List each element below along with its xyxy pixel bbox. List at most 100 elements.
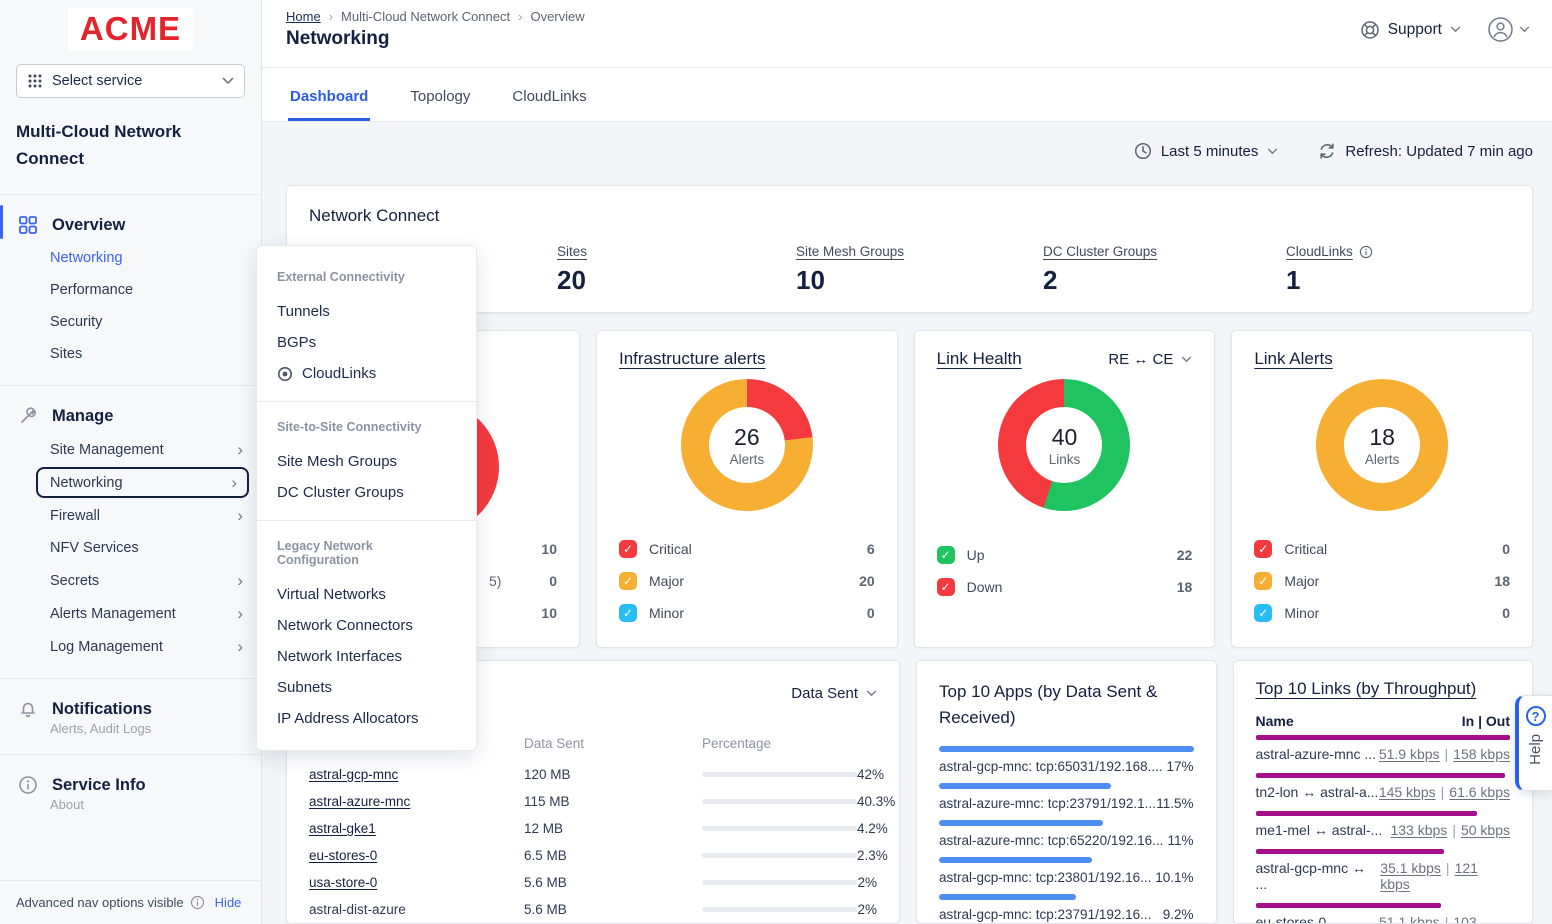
site-name-text: astral-dist-azure: [309, 902, 524, 917]
tab-topology[interactable]: Topology: [408, 88, 472, 121]
app-row: astral-azure-mnc: tcp:65220/192.16...11%: [939, 820, 1194, 848]
stat-cloudlinks-link[interactable]: CloudLinks: [1286, 244, 1373, 259]
site-name-link[interactable]: usa-store-0: [309, 875, 524, 890]
stat-sites-link[interactable]: Sites: [557, 244, 587, 259]
stat-site-mesh-groups-link[interactable]: Site Mesh Groups: [796, 244, 904, 259]
breadcrumb: Home › Multi-Cloud Network Connect › Ove…: [286, 9, 585, 24]
sidebar-item-manage-networking[interactable]: Networking›: [36, 467, 249, 498]
app-row: astral-gcp-mnc: tcp:65031/192.168....17%: [939, 746, 1194, 774]
flyout-item-subnets[interactable]: Subnets: [277, 672, 456, 703]
sidebar-item-alerts-management[interactable]: Alerts Management›: [0, 598, 261, 629]
logo-wrap: ACME: [0, 0, 261, 60]
critical-checkbox[interactable]: ✓: [619, 540, 637, 558]
in-throughput-link[interactable]: 145 kbps: [1379, 784, 1436, 800]
legend-label: Minor: [649, 605, 867, 621]
site-name-link[interactable]: astral-azure-mnc: [309, 794, 524, 809]
top-links-title[interactable]: Top 10 Links (by Throughput): [1256, 679, 1511, 699]
minor-checkbox[interactable]: ✓: [619, 604, 637, 622]
cloudlinks-label: CloudLinks: [302, 365, 376, 382]
legend-value: 0: [1502, 541, 1510, 557]
tab-cloudlinks[interactable]: CloudLinks: [510, 88, 588, 121]
donut-center: 40 Links: [1026, 407, 1102, 483]
ip-address-allocators-label: IP Address Allocators: [277, 710, 418, 727]
flyout-item-cloudlinks[interactable]: CloudLinks: [277, 358, 456, 389]
refresh-control[interactable]: Refresh: Updated 7 min ago: [1318, 142, 1533, 160]
sidebar-item-networking[interactable]: Networking: [0, 243, 261, 273]
flyout-item-network-connectors[interactable]: Network Connectors: [277, 610, 456, 641]
stat-dc-cluster-groups-link[interactable]: DC Cluster Groups: [1043, 244, 1157, 259]
app-percentage: 11.5%: [1156, 796, 1193, 811]
info-icon[interactable]: [1359, 245, 1373, 259]
select-service-dropdown[interactable]: Select service: [16, 64, 245, 98]
flyout-divider: [257, 401, 476, 402]
link-health-header: Link Health RE ↔ CE: [937, 349, 1193, 369]
link-row: astral-azure-mnc ...51.9 kbps|158 kbps: [1256, 735, 1511, 768]
sidebar-section-service-info: Service Info About: [0, 754, 261, 830]
flyout-item-bgps[interactable]: BGPs: [277, 327, 456, 358]
virtual-networks-label: Virtual Networks: [277, 586, 386, 603]
in-throughput-link[interactable]: 51.1 kbps: [1379, 914, 1440, 924]
out-throughput-link[interactable]: 50 kbps: [1461, 822, 1510, 838]
link-row: tn2-lon ↔ astral-a...145 kbps|61.6 kbps: [1256, 773, 1511, 806]
breadcrumb-product[interactable]: Multi-Cloud Network Connect: [341, 9, 510, 24]
out-throughput-link[interactable]: 61.6 kbps: [1449, 784, 1510, 800]
site-mesh-groups-label: Site Mesh Groups: [277, 453, 397, 470]
hide-nav-link[interactable]: Hide: [215, 895, 242, 910]
link-name: tn2-lon ↔ astral-a...: [1256, 784, 1379, 800]
support-menu[interactable]: Support: [1360, 20, 1461, 40]
flyout-item-virtual-networks[interactable]: Virtual Networks: [277, 579, 456, 610]
infrastructure-alerts-title[interactable]: Infrastructure alerts: [619, 349, 875, 369]
tab-dashboard[interactable]: Dashboard: [288, 88, 370, 121]
sidebar-item-overview[interactable]: Overview: [0, 209, 261, 241]
sidebar-item-security[interactable]: Security: [0, 307, 261, 337]
critical-checkbox[interactable]: ✓: [1254, 540, 1272, 558]
sidebar-item-performance[interactable]: Performance: [0, 275, 261, 305]
top-links-card: Top 10 Links (by Throughput) Name In | O…: [1233, 660, 1534, 924]
sidebar-item-sites[interactable]: Sites: [0, 339, 261, 369]
major-checkbox[interactable]: ✓: [619, 572, 637, 590]
table-row: astral-dist-azure5.6 MB2%: [309, 896, 877, 923]
data-sent-selector[interactable]: Data Sent: [791, 685, 877, 702]
legend-value: 0: [867, 605, 875, 621]
link-bar: [1256, 735, 1511, 740]
in-throughput-link[interactable]: 51.9 kbps: [1379, 746, 1440, 762]
sidebar-section-overview: Overview Networking Performance Security…: [0, 194, 261, 385]
site-name-link[interactable]: astral-gcp-mnc: [309, 767, 524, 782]
time-range-dropdown[interactable]: Last 5 minutes: [1134, 142, 1279, 160]
sidebar-item-log-management[interactable]: Log Management›: [0, 631, 261, 662]
legend-row-critical: ✓Critical0: [1254, 533, 1510, 565]
in-throughput-link[interactable]: 133 kbps: [1390, 822, 1447, 838]
in-throughput-link[interactable]: 35.1 kbps: [1380, 860, 1441, 876]
help-tab[interactable]: ? Help: [1515, 695, 1552, 791]
sidebar-item-firewall[interactable]: Firewall›: [0, 500, 261, 531]
site-name-link[interactable]: astral-gke1: [309, 821, 524, 836]
app-percentage: 17%: [1166, 759, 1193, 774]
flyout-section-legacy: Legacy Network Configuration Virtual Net…: [257, 531, 476, 736]
site-name-link[interactable]: eu-stores-0: [309, 848, 524, 863]
app-bar: [939, 746, 1194, 752]
major-checkbox[interactable]: ✓: [1254, 572, 1272, 590]
flyout-item-site-mesh-groups[interactable]: Site Mesh Groups: [277, 446, 456, 477]
sidebar-item-site-management[interactable]: Site Management›: [0, 434, 261, 465]
minor-checkbox[interactable]: ✓: [1254, 604, 1272, 622]
flyout-item-ip-address-allocators[interactable]: IP Address Allocators: [277, 703, 456, 734]
down-checkbox[interactable]: ✓: [937, 578, 955, 596]
acme-logo: ACME: [80, 10, 181, 47]
up-checkbox[interactable]: ✓: [937, 546, 955, 564]
app-root: ACME Select service Multi-Cloud Network …: [0, 0, 1552, 924]
link-health-title[interactable]: Link Health: [937, 349, 1022, 369]
sidebar-item-manage[interactable]: Manage: [0, 400, 261, 432]
out-throughput-link[interactable]: 158 kbps: [1453, 746, 1510, 762]
sidebar-item-secrets[interactable]: Secrets›: [0, 565, 261, 596]
flyout-item-tunnels[interactable]: Tunnels: [277, 296, 456, 327]
link-health-selector[interactable]: RE ↔ CE: [1108, 351, 1192, 368]
breadcrumb-home[interactable]: Home: [286, 9, 321, 24]
percentage-bar: [702, 907, 857, 912]
link-alerts-title[interactable]: Link Alerts: [1254, 349, 1510, 369]
user-menu[interactable]: [1487, 16, 1530, 43]
sidebar-item-nfv-services[interactable]: NFV Services: [0, 533, 261, 563]
flyout-item-dc-cluster-groups[interactable]: DC Cluster Groups: [277, 477, 456, 508]
flyout-item-network-interfaces[interactable]: Network Interfaces: [277, 641, 456, 672]
tab-strip: Dashboard Topology CloudLinks: [262, 68, 1552, 122]
stat-site-mesh-groups-value: 10: [796, 265, 904, 296]
